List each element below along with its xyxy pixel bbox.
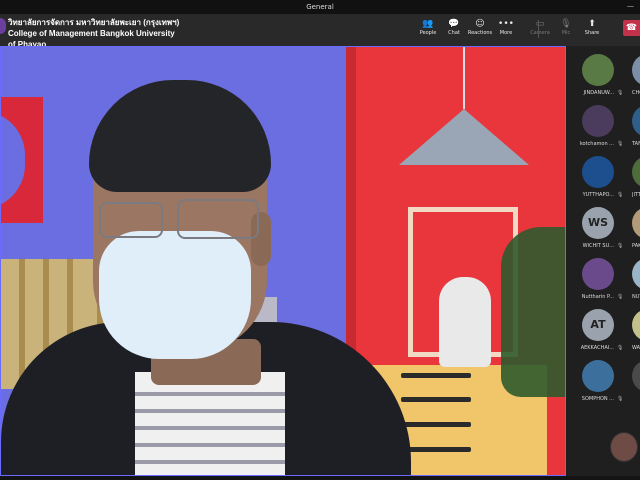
share-button[interactable]: ⬆ Share <box>576 18 608 36</box>
shirt-stripe <box>135 460 285 464</box>
participant-avatar: WS <box>582 207 614 239</box>
participant-tile[interactable]: NUTC🎙 <box>632 258 640 308</box>
participant-tile[interactable]: WS WICHIT SU... 🎙 <box>566 207 624 257</box>
mic-muted-icon: 🎙 <box>617 243 624 249</box>
shirt-stripe <box>135 426 285 430</box>
participant-avatar <box>582 360 614 392</box>
participant-avatar <box>632 54 640 86</box>
mic-muted-icon: 🎙 <box>617 90 624 96</box>
participant-name: AEKKACHAI... <box>580 345 614 351</box>
participant-avatar <box>632 207 640 239</box>
participant-tile[interactable]: 🎙 <box>632 360 640 410</box>
participant-name: kotchamon ... <box>579 141 614 147</box>
participant-tile[interactable]: PAKA🎙 <box>632 207 640 257</box>
drawer-handle <box>401 373 471 378</box>
participant-avatar <box>582 54 614 86</box>
presenter-video-stage[interactable] <box>0 46 566 476</box>
participant-tile[interactable]: YUTTHAPO... 🎙 <box>566 156 624 206</box>
participant-avatar <box>582 156 614 188</box>
shirt-stripe <box>135 443 285 447</box>
window-title: General <box>306 3 334 11</box>
participant-tile[interactable]: SOMPHON ... 🎙 <box>566 360 624 410</box>
bottom-edge <box>0 476 640 480</box>
participant-avatar <box>632 258 640 290</box>
mic-muted-icon: 🎙 <box>617 294 624 300</box>
participant-avatar <box>632 105 640 137</box>
presenter-glasses-left-lens <box>99 202 163 238</box>
participant-avatar <box>632 309 640 341</box>
participant-name: JITTI <box>632 192 640 198</box>
drawer-handle <box>401 397 471 402</box>
toolbar-divider <box>538 20 539 38</box>
shirt-stripe <box>135 409 285 413</box>
participant-name: WATT <box>632 345 640 351</box>
participant-gallery[interactable]: JINDANUW...🎙CHO🎙kotchamon ...🎙TANA🎙YUTTH… <box>566 46 640 476</box>
organizer-name-line-1: วิทยาลัยการจัดการ มหาวิทยาลัยพะเยา (กรุง… <box>8 18 180 27</box>
participant-avatar <box>582 105 614 137</box>
participant-avatar: AT <box>582 309 614 341</box>
more-button[interactable]: ••• More <box>490 18 522 36</box>
lamp-cord <box>463 47 465 109</box>
participant-tile[interactable]: CHO🎙 <box>632 54 640 104</box>
participant-name: CHO <box>632 90 640 96</box>
window-title-bar: General — <box>0 0 640 14</box>
background-plant <box>501 227 565 397</box>
participant-name: WICHIT SU... <box>582 243 614 249</box>
participant-tile[interactable]: JINDANUW... 🎙 <box>566 54 624 104</box>
share-icon: ⬆ <box>588 19 596 29</box>
self-view-avatar[interactable] <box>610 432 638 462</box>
presenter-glasses-right-lens <box>177 199 259 239</box>
participant-tile[interactable]: JITTI🎙 <box>632 156 640 206</box>
mic-muted-icon: 🎙 <box>617 345 624 351</box>
mic-muted-icon: 🎙 <box>617 141 624 147</box>
minimize-button[interactable]: — <box>627 2 634 10</box>
participant-name: JINDANUW... <box>583 90 614 96</box>
shirt-stripe <box>135 392 285 396</box>
participant-name: Nuttharin P... <box>581 294 614 300</box>
presenter-face-mask <box>99 231 251 359</box>
participant-tile[interactable]: TANA🎙 <box>632 105 640 155</box>
participant-avatar <box>582 258 614 290</box>
drawer-handle <box>401 447 471 452</box>
participant-tile[interactable]: AT AEKKACHAI... 🎙 <box>566 309 624 359</box>
participant-name: NUTC <box>632 294 640 300</box>
more-label: More <box>499 30 513 36</box>
participant-name: SOMPHON ... <box>581 396 614 402</box>
organizer-name-line-2: College of Management Bangkok University <box>8 29 175 38</box>
participant-tile[interactable]: Nuttharin P... 🎙 <box>566 258 624 308</box>
participant-tile[interactable]: kotchamon ... 🎙 <box>566 105 624 155</box>
mic-muted-icon: 🎙 <box>617 192 624 198</box>
participant-avatar <box>632 156 640 188</box>
participant-avatar <box>632 360 640 392</box>
participant-tile[interactable]: WATT🎙 <box>632 309 640 359</box>
participant-name: PAKA <box>632 243 640 249</box>
participant-name: YUTTHAPO... <box>582 192 614 198</box>
more-icon: ••• <box>498 19 514 29</box>
lamp-shade <box>399 109 529 165</box>
leave-button[interactable]: ☎ <box>623 20 640 36</box>
drawer-handle <box>401 422 471 427</box>
background-bust-statue <box>439 277 491 367</box>
hang-up-icon: ☎ <box>625 23 638 33</box>
mic-muted-icon: 🎙 <box>617 396 624 402</box>
share-label: Share <box>584 30 600 36</box>
participant-name: TANA <box>632 141 640 147</box>
